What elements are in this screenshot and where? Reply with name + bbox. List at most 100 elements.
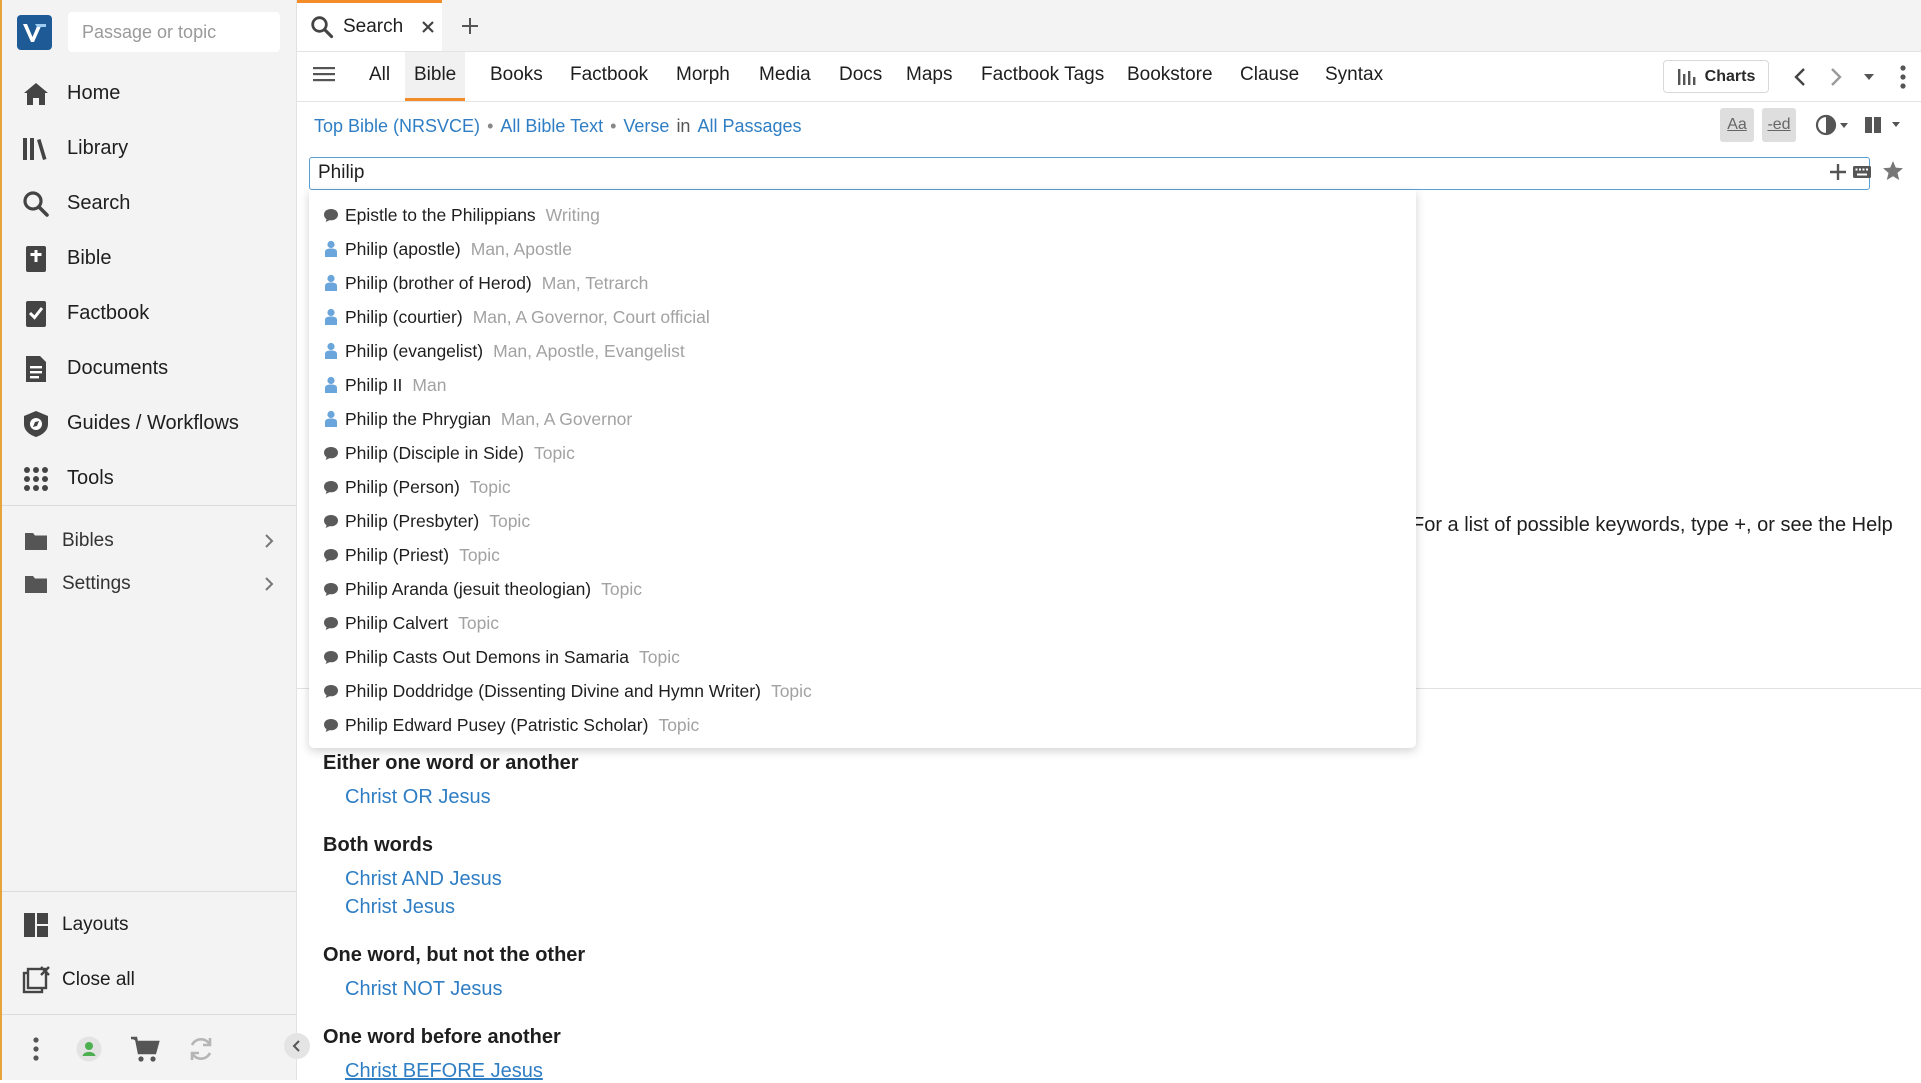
suggestion-item[interactable]: Philip (brother of Herod) Man, Tetrarch bbox=[323, 266, 648, 300]
search-tab-docs[interactable]: Docs bbox=[830, 52, 891, 101]
suggestion-item[interactable]: Philip (courtier) Man, A Governor, Court… bbox=[323, 300, 710, 334]
forward-arrow-icon[interactable] bbox=[1823, 64, 1849, 90]
breadcrumb-range[interactable]: All Passages bbox=[697, 116, 801, 136]
search-tab-bookstore[interactable]: Bookstore bbox=[1118, 52, 1222, 101]
breadcrumb-separator: • bbox=[487, 116, 494, 136]
sidebar-item-bible[interactable]: Bible bbox=[2, 231, 297, 286]
sidebar-item-guides-workflows[interactable]: Guides / Workflows bbox=[2, 396, 297, 451]
sidebar-item-library[interactable]: Library bbox=[2, 121, 297, 176]
search-tab-factbook[interactable]: Factbook bbox=[561, 52, 657, 101]
back-arrow-icon[interactable] bbox=[1787, 64, 1813, 90]
example-link[interactable]: Christ NOT Jesus bbox=[345, 978, 502, 1001]
charts-button[interactable]: Charts bbox=[1663, 60, 1769, 93]
example-link[interactable]: Christ AND Jesus bbox=[345, 868, 502, 891]
suggestion-item[interactable]: Philip Aranda (jesuit theologian) Topic bbox=[323, 572, 642, 606]
layouts-button[interactable]: Layouts bbox=[2, 901, 297, 949]
sidebar-divider bbox=[2, 1014, 297, 1015]
breadcrumb-unit[interactable]: Verse bbox=[623, 116, 669, 136]
sidebar-item-home[interactable]: Home bbox=[2, 66, 297, 121]
match-forms-button[interactable]: -ed bbox=[1762, 108, 1796, 142]
suggestion-item[interactable]: Philip (Presbyter) Topic bbox=[323, 504, 530, 538]
example-link[interactable]: Christ OR Jesus bbox=[345, 786, 491, 809]
suggestion-type: Man, Apostle bbox=[470, 238, 572, 259]
example-heading: One word before another bbox=[323, 1026, 561, 1048]
search-tab-factbook-tags[interactable]: Factbook Tags bbox=[972, 52, 1113, 101]
logos-logo[interactable] bbox=[17, 15, 52, 50]
hamburger-menu-icon[interactable] bbox=[313, 64, 335, 84]
breadcrumb-resource[interactable]: Top Bible (NRSVCE) bbox=[314, 116, 480, 136]
close-icon[interactable] bbox=[421, 20, 435, 34]
collapse-sidebar-button[interactable] bbox=[284, 1033, 310, 1059]
suggestion-item[interactable]: Philip (Disciple in Side) Topic bbox=[323, 436, 575, 470]
suggestion-item[interactable]: Philip Casts Out Demons in Samaria Topic bbox=[323, 640, 680, 674]
suggestion-item[interactable]: Philip (evangelist) Man, Apostle, Evange… bbox=[323, 334, 685, 368]
search-query-input[interactable] bbox=[318, 158, 1798, 188]
sidebar-item-search[interactable]: Search bbox=[2, 176, 297, 231]
suggestion-item[interactable]: Philip (apostle) Man, Apostle bbox=[323, 232, 572, 266]
plus-icon[interactable] bbox=[1829, 163, 1847, 181]
sidebar-folder-bibles[interactable]: Bibles bbox=[2, 521, 297, 561]
star-icon[interactable] bbox=[1881, 159, 1905, 183]
tab-search[interactable]: Search bbox=[297, 0, 442, 51]
sidebar-item-factbook[interactable]: Factbook bbox=[2, 286, 297, 341]
bar-chart-icon bbox=[1677, 68, 1696, 85]
passage-input[interactable] bbox=[68, 12, 280, 52]
search-tab-morph[interactable]: Morph bbox=[667, 52, 739, 101]
search-tab-clause[interactable]: Clause bbox=[1231, 52, 1308, 101]
person-icon bbox=[323, 239, 339, 259]
suggestion-label: Philip (Presbyter) bbox=[345, 510, 480, 531]
search-tab-maps[interactable]: Maps bbox=[897, 52, 961, 101]
suggestion-item[interactable]: Philip Edward Pusey (Patristic Scholar) … bbox=[323, 708, 699, 742]
search-icon bbox=[21, 189, 51, 219]
breadcrumb-scope[interactable]: All Bible Text bbox=[500, 116, 603, 136]
suggestion-label: Philip the Phrygian bbox=[345, 408, 491, 429]
sync-icon[interactable] bbox=[186, 1034, 216, 1064]
suggestion-item[interactable]: Philip Calvert Topic bbox=[323, 606, 499, 640]
person-icon bbox=[323, 409, 339, 429]
suggestion-label: Philip Doddridge (Dissenting Divine and … bbox=[345, 680, 761, 701]
speech-bubble-icon bbox=[323, 647, 339, 667]
search-query-box[interactable] bbox=[309, 157, 1871, 190]
speech-bubble-icon bbox=[323, 613, 339, 633]
match-case-button[interactable]: Aa bbox=[1720, 108, 1754, 142]
breadcrumb-separator: • bbox=[610, 116, 617, 136]
suggestion-type: Man, Apostle, Evangelist bbox=[493, 340, 685, 361]
cart-icon[interactable] bbox=[130, 1034, 160, 1064]
add-tab-button[interactable] bbox=[457, 13, 483, 39]
suggestion-item[interactable]: Philip II Man bbox=[323, 368, 446, 402]
help-text: For a list of possible keywords, type +,… bbox=[1412, 514, 1893, 536]
suggestion-item[interactable]: Philip (Priest) Topic bbox=[323, 538, 500, 572]
home-icon bbox=[21, 79, 51, 109]
sidebar-item-tools[interactable]: Tools bbox=[2, 451, 297, 506]
keyboard-icon[interactable] bbox=[1853, 164, 1871, 180]
suggestion-type: Topic bbox=[658, 714, 700, 735]
suggestion-label: Philip (apostle) bbox=[345, 238, 461, 259]
more-vertical-icon[interactable] bbox=[1890, 64, 1916, 90]
suggestion-label: Philip (evangelist) bbox=[345, 340, 484, 361]
sidebar-divider bbox=[2, 891, 297, 892]
sidebar-item-documents[interactable]: Documents bbox=[2, 341, 297, 396]
user-status-icon[interactable] bbox=[74, 1034, 104, 1064]
folder-icon bbox=[24, 572, 48, 596]
visual-filter-icon[interactable] bbox=[1814, 108, 1850, 142]
breadcrumb-in: in bbox=[676, 116, 691, 136]
sidebar-folder-settings[interactable]: Settings bbox=[2, 564, 297, 604]
example-link[interactable]: Christ Jesus bbox=[345, 896, 455, 919]
speech-bubble-icon bbox=[323, 579, 339, 599]
more-vertical-icon[interactable] bbox=[21, 1034, 51, 1064]
close-all-button[interactable]: Close all bbox=[2, 956, 297, 1004]
suggestion-type: Topic bbox=[469, 476, 511, 497]
search-tab-all[interactable]: All bbox=[360, 52, 399, 101]
search-tab-syntax[interactable]: Syntax bbox=[1316, 52, 1392, 101]
suggestion-item[interactable]: Epistle to the Philippians Writing bbox=[323, 198, 600, 232]
suggestion-type: Man, A Governor, Court official bbox=[472, 306, 710, 327]
suggestion-item[interactable]: Philip Doddridge (Dissenting Divine and … bbox=[323, 674, 812, 708]
view-columns-icon[interactable] bbox=[1864, 108, 1904, 142]
suggestion-item[interactable]: Philip the Phrygian Man, A Governor bbox=[323, 402, 632, 436]
search-tab-bible[interactable]: Bible bbox=[405, 52, 466, 101]
suggestion-type: Topic bbox=[639, 646, 680, 667]
search-tab-books[interactable]: Books bbox=[481, 52, 552, 101]
history-dropdown-icon[interactable] bbox=[1856, 64, 1882, 90]
suggestion-item[interactable]: Philip (Person) Topic bbox=[323, 470, 511, 504]
search-tab-media[interactable]: Media bbox=[750, 52, 820, 101]
